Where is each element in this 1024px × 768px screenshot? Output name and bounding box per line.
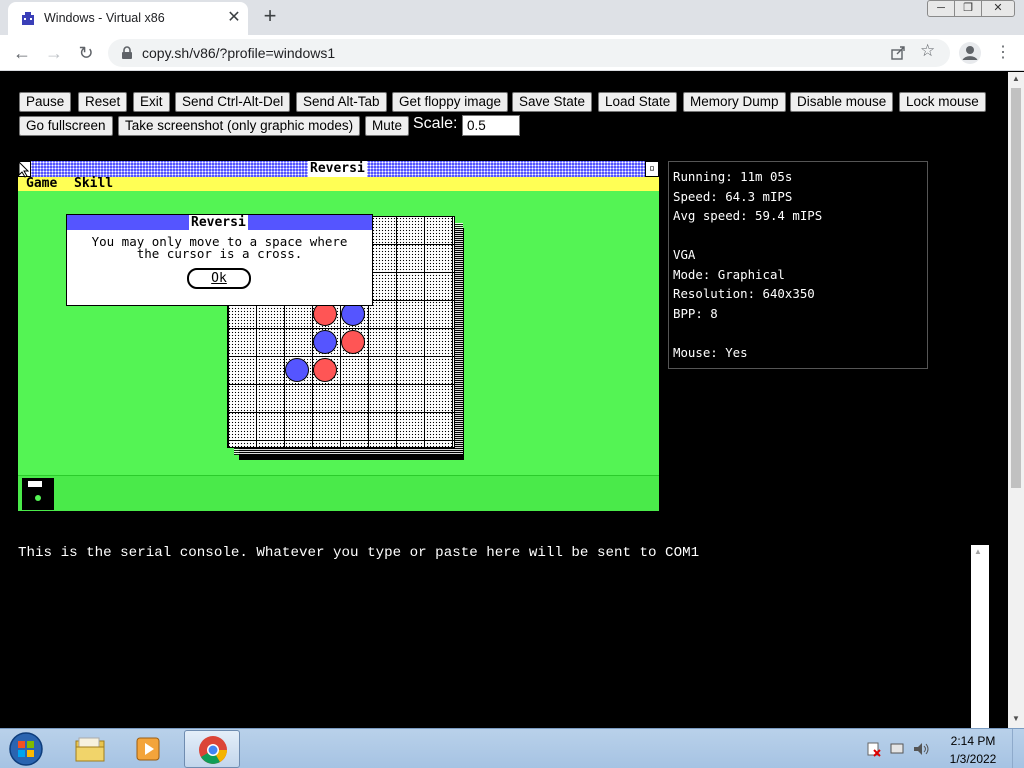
lock-icon xyxy=(122,46,132,59)
get-floppy-image-button[interactable]: Get floppy image xyxy=(392,92,509,112)
send-alt-tab-button[interactable]: Send Alt-Tab xyxy=(296,92,387,112)
bookmark-star-icon[interactable]: ☆ xyxy=(920,41,935,61)
clock-date[interactable]: 1/3/2022 xyxy=(943,752,1003,766)
emulator-screen[interactable]: Reversi ▫ Game Skill Reversi You may onl… xyxy=(18,161,659,511)
take-screenshot-button[interactable]: Take screenshot (only graphic modes) xyxy=(118,116,361,136)
mouse-cursor-icon xyxy=(19,162,30,178)
share-icon[interactable] xyxy=(890,45,906,61)
window-minimize-button[interactable]: ─ xyxy=(927,0,955,17)
file-explorer-icon xyxy=(75,737,105,762)
desktop-icon-area xyxy=(18,475,659,511)
reload-icon[interactable]: ↻ xyxy=(73,40,99,66)
blue-disc xyxy=(285,358,309,382)
tab-close-icon[interactable]: ✕ xyxy=(224,8,244,28)
scroll-up-arrow-icon[interactable]: ▲ xyxy=(1008,72,1024,86)
browser-tab[interactable]: Windows - Virtual x86 ✕ xyxy=(8,2,248,35)
scroll-down-arrow-icon[interactable]: ▼ xyxy=(1008,712,1024,726)
stat-mouse: Mouse: Yes xyxy=(673,345,748,360)
load-state-button[interactable]: Load State xyxy=(598,92,678,112)
windows-taskbar: 2:14 PM 1/3/2022 xyxy=(0,728,1024,768)
menu-skill[interactable]: Skill xyxy=(74,177,113,191)
maximize-box-icon[interactable]: ▫ xyxy=(645,161,659,177)
chrome-taskbar-button[interactable] xyxy=(184,730,240,768)
stat-vga-heading: VGA xyxy=(673,247,696,262)
emulator-stats-panel: Running: 11m 05s Speed: 64.3 mIPS Avg sp… xyxy=(668,161,928,369)
go-fullscreen-button[interactable]: Go fullscreen xyxy=(19,116,113,136)
browser-toolbar: ← → ↻ copy.sh/v86/?profile=windows1 ☆ ⋮ xyxy=(0,35,1024,71)
new-tab-button[interactable]: + xyxy=(258,5,282,29)
mute-button[interactable]: Mute xyxy=(365,116,410,136)
save-state-button[interactable]: Save State xyxy=(512,92,593,112)
disable-mouse-button[interactable]: Disable mouse xyxy=(790,92,894,112)
url-text[interactable]: copy.sh/v86/?profile=windows1 xyxy=(142,45,335,61)
scale-label: Scale: xyxy=(413,115,458,132)
red-disc xyxy=(341,330,365,354)
window-close-button[interactable]: ✕ xyxy=(981,0,1015,17)
chrome-icon xyxy=(199,736,227,764)
clock-time[interactable]: 2:14 PM xyxy=(943,734,1003,748)
lock-mouse-button[interactable]: Lock mouse xyxy=(899,92,986,112)
serial-console-text: This is the serial console. Whatever you… xyxy=(18,545,700,561)
serial-scroll-up-icon[interactable]: ▲ xyxy=(974,547,986,559)
window-maximize-button[interactable]: ❐ xyxy=(954,0,982,17)
address-bar[interactable]: copy.sh/v86/?profile=windows1 ☆ xyxy=(108,39,950,67)
scrollbar-thumb[interactable] xyxy=(1011,88,1021,488)
stat-resolution: Resolution: 640x350 xyxy=(673,286,815,301)
dialog-title: Reversi xyxy=(189,215,248,230)
show-desktop-button[interactable] xyxy=(1012,729,1024,768)
back-arrow-icon[interactable]: ← xyxy=(9,40,35,66)
dialog-ok-button[interactable]: Ok xyxy=(187,268,251,289)
system-tray-icons[interactable] xyxy=(866,741,932,757)
start-button-icon[interactable] xyxy=(6,730,46,768)
scale-input[interactable]: 0.5 xyxy=(462,115,520,136)
browser-menu-icon[interactable]: ⋮ xyxy=(995,42,1011,64)
page-scrollbar[interactable]: ▲ ▼ xyxy=(1008,72,1024,728)
menu-game[interactable]: Game xyxy=(26,177,57,191)
serial-console[interactable]: This is the serial console. Whatever you… xyxy=(18,545,989,728)
send-ctrl-alt-del-button[interactable]: Send Ctrl-Alt-Del xyxy=(175,92,291,112)
stat-speed: Speed: 64.3 mIPS xyxy=(673,189,793,204)
page-content: Pause Reset Exit Send Ctrl-Alt-Del Send … xyxy=(0,72,1008,728)
reversi-message-dialog: Reversi You may only move to a space whe… xyxy=(66,214,373,306)
dialog-message-line2: the cursor is a cross. xyxy=(136,246,303,261)
reset-button[interactable]: Reset xyxy=(78,92,128,112)
media-player-taskbar-button[interactable] xyxy=(121,730,177,768)
media-player-icon xyxy=(136,737,160,761)
profile-avatar-icon[interactable] xyxy=(958,41,982,65)
tab-title: Windows - Virtual x86 xyxy=(44,11,165,25)
blue-disc xyxy=(313,330,337,354)
floppy-disk-icon[interactable] xyxy=(22,478,54,510)
stat-avg-speed: Avg speed: 59.4 mIPS xyxy=(673,208,823,223)
stat-mode: Mode: Graphical xyxy=(673,267,785,282)
file-explorer-taskbar-button[interactable] xyxy=(62,730,118,768)
stat-bpp: BPP: 8 xyxy=(673,306,718,321)
memory-dump-button[interactable]: Memory Dump xyxy=(683,92,786,112)
red-disc xyxy=(313,358,337,382)
forward-arrow-icon[interactable]: → xyxy=(41,40,67,66)
reversi-window-title: Reversi xyxy=(308,161,367,177)
exit-button[interactable]: Exit xyxy=(133,92,170,112)
pause-button[interactable]: Pause xyxy=(19,92,72,112)
stat-running: Running: 11m 05s xyxy=(673,169,793,184)
browser-tab-strip: Windows - Virtual x86 ✕ + ─ ❐ ✕ xyxy=(0,0,1024,35)
v86-favicon-icon xyxy=(22,12,34,25)
reversi-menubar: Game Skill xyxy=(18,177,659,191)
